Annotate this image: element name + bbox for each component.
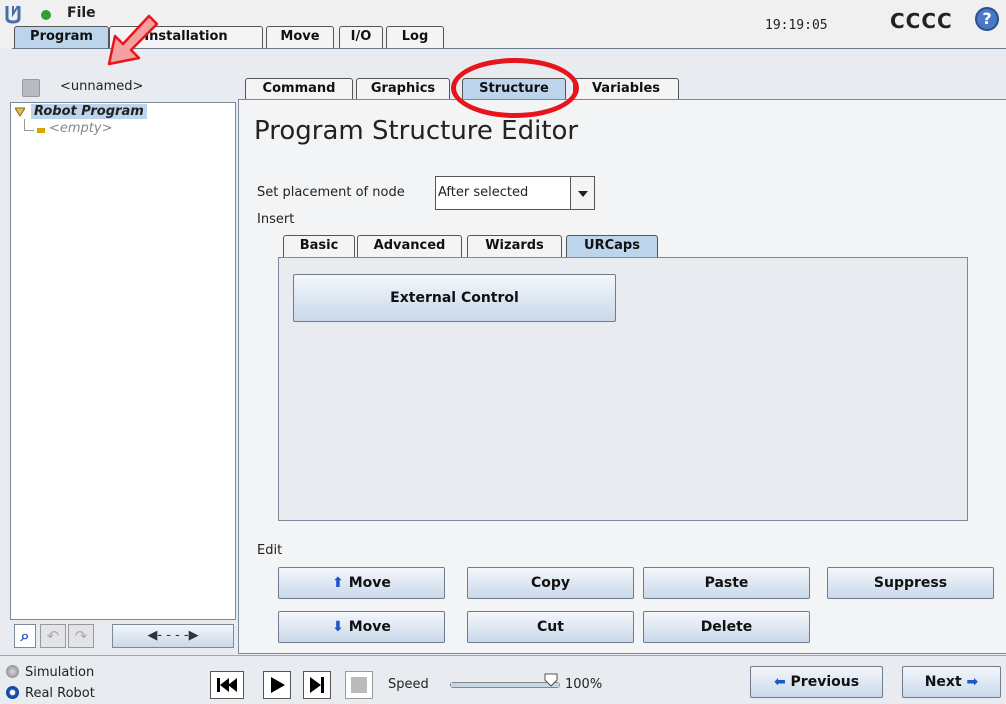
expand-collapse-icon[interactable]: ◀- - - -▶ bbox=[112, 624, 234, 648]
suppress-button[interactable]: Suppress bbox=[827, 567, 994, 599]
move-up-button[interactable]: ⬆ Move bbox=[278, 567, 445, 599]
tree-expand-icon[interactable] bbox=[14, 106, 26, 117]
program-name: <unnamed> bbox=[60, 79, 144, 94]
paste-button[interactable]: Paste bbox=[643, 567, 810, 599]
ur-logo-icon bbox=[5, 4, 21, 24]
insert-tab-advanced[interactable]: Advanced bbox=[357, 235, 462, 257]
tree-root[interactable]: Robot Program bbox=[31, 104, 147, 119]
top-bar: File 19:19:05 CCCC ? Program Installatio… bbox=[0, 0, 1006, 48]
save-disk-icon[interactable] bbox=[22, 79, 40, 97]
tab-underline bbox=[12, 48, 1006, 49]
clock: 19:19:05 bbox=[765, 18, 828, 33]
speed-slider-fill bbox=[451, 683, 559, 687]
placement-label: Set placement of node bbox=[257, 185, 405, 200]
tab-io[interactable]: I/O bbox=[339, 26, 383, 48]
tree-connector bbox=[24, 119, 34, 131]
delete-button[interactable]: Delete bbox=[643, 611, 810, 643]
redo-icon[interactable]: ↷ bbox=[68, 624, 94, 648]
arrow-up-icon: ⬆ bbox=[332, 575, 344, 591]
speed-value: 100% bbox=[565, 677, 603, 692]
step-forward-icon[interactable] bbox=[303, 671, 331, 699]
play-icon[interactable] bbox=[263, 671, 291, 699]
speed-slider-thumb[interactable] bbox=[544, 673, 558, 687]
program-header: <unnamed> bbox=[10, 77, 236, 99]
tab-installation[interactable]: Installation bbox=[109, 26, 263, 48]
undo-icon[interactable]: ↶ bbox=[40, 624, 66, 648]
search-icon[interactable]: ⌕ bbox=[14, 624, 36, 648]
robot-name: CCCC bbox=[890, 9, 953, 33]
real-robot-radio-icon[interactable] bbox=[6, 686, 19, 699]
help-icon[interactable]: ? bbox=[975, 7, 999, 31]
cut-button[interactable]: Cut bbox=[467, 611, 634, 643]
edit-label: Edit bbox=[257, 543, 283, 558]
insert-label: Insert bbox=[257, 212, 295, 227]
tab-variables[interactable]: Variables bbox=[573, 78, 679, 100]
tree-toolbar: ⌕ ↶ ↷ ◀- - - -▶ bbox=[10, 622, 236, 650]
page-title: Program Structure Editor bbox=[254, 116, 579, 146]
arrow-right-icon: ➡ bbox=[966, 674, 979, 690]
empty-node-icon bbox=[37, 128, 45, 133]
program-tree: Robot Program <empty> bbox=[10, 102, 236, 620]
footer-bar: Simulation Real Robot Speed 100% ⬅ Previ… bbox=[0, 655, 1006, 704]
tree-child[interactable]: <empty> bbox=[49, 121, 113, 136]
insert-tab-wizards[interactable]: Wizards bbox=[467, 235, 562, 257]
simulation-label[interactable]: Simulation bbox=[25, 665, 94, 680]
tab-structure[interactable]: Structure bbox=[462, 78, 566, 100]
skip-back-icon[interactable] bbox=[210, 671, 244, 699]
copy-button[interactable]: Copy bbox=[467, 567, 634, 599]
file-menu[interactable]: File bbox=[67, 5, 96, 21]
tab-move[interactable]: Move bbox=[266, 26, 334, 48]
stop-icon[interactable] bbox=[345, 671, 373, 699]
insert-tab-basic[interactable]: Basic bbox=[283, 235, 355, 257]
move-down-label: Move bbox=[348, 619, 391, 635]
next-button[interactable]: Next ➡ bbox=[902, 666, 1001, 698]
move-down-button[interactable]: ⬇ Move bbox=[278, 611, 445, 643]
tab-graphics[interactable]: Graphics bbox=[356, 78, 450, 100]
external-control-button[interactable]: External Control bbox=[293, 274, 616, 322]
simulation-radio-icon[interactable] bbox=[6, 665, 19, 678]
tab-command[interactable]: Command bbox=[245, 78, 353, 100]
tab-log[interactable]: Log bbox=[386, 26, 444, 48]
tab-program[interactable]: Program bbox=[14, 26, 109, 48]
speed-label: Speed bbox=[388, 677, 429, 692]
previous-button[interactable]: ⬅ Previous bbox=[750, 666, 883, 698]
insert-tab-urcaps[interactable]: URCaps bbox=[566, 235, 658, 257]
placement-dropdown[interactable]: After selected bbox=[435, 176, 595, 210]
chevron-down-icon bbox=[570, 177, 594, 209]
move-up-label: Move bbox=[348, 575, 391, 591]
arrow-left-icon: ⬅ bbox=[773, 674, 786, 690]
next-label: Next bbox=[924, 674, 962, 690]
arrow-down-icon: ⬇ bbox=[332, 619, 344, 635]
placement-value: After selected bbox=[438, 185, 529, 200]
real-robot-label[interactable]: Real Robot bbox=[25, 686, 95, 701]
status-dot-icon bbox=[41, 10, 51, 20]
previous-label: Previous bbox=[790, 674, 860, 690]
